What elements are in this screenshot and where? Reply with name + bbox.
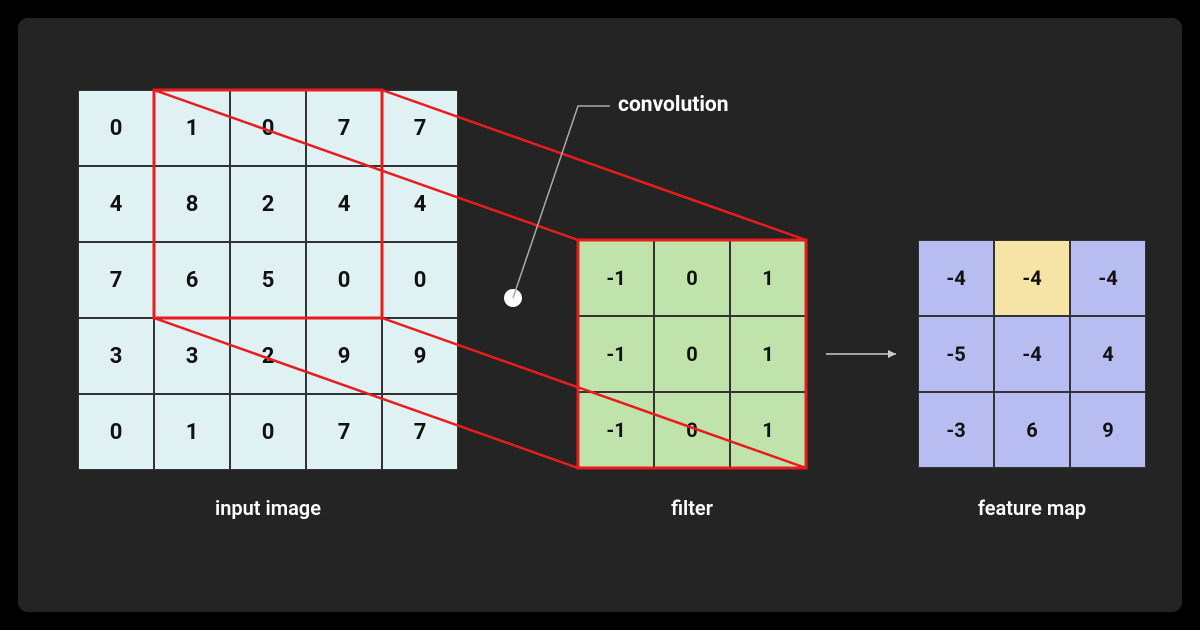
filter-cell: 1 [730,392,806,468]
input-image-cell: 1 [154,90,230,166]
diagram-frame: 0107748244765003329901077 -101-101-101 -… [18,18,1182,612]
input-image-cell: 7 [382,394,458,470]
feature-map-cell: 6 [994,392,1070,468]
filter-cell: 1 [730,240,806,316]
input-image-cell: 9 [382,318,458,394]
input-image-cell: 2 [230,166,306,242]
feature-map-cell: -3 [918,392,994,468]
feature-map-grid: -4-4-4-5-44-369 [918,240,1146,468]
input-image-cell: 3 [154,318,230,394]
input-image-cell: 7 [306,90,382,166]
input-image-cell: 0 [78,394,154,470]
input-image-cell: 0 [306,242,382,318]
filter-cell: 0 [654,392,730,468]
input-image-cell: 0 [78,90,154,166]
filter-cell: 0 [654,316,730,392]
input-image-cell: 9 [306,318,382,394]
input-image-cell: 8 [154,166,230,242]
filter-cell: 1 [730,316,806,392]
feature-map-cell: -4 [918,240,994,316]
feature-map-label: feature map [918,496,1146,520]
input-image-cell: 4 [78,166,154,242]
input-image-cell: 2 [230,318,306,394]
filter-cell: -1 [578,392,654,468]
input-image-cell: 3 [78,318,154,394]
filter-cell: -1 [578,316,654,392]
input-image-cell: 6 [154,242,230,318]
input-image-label: input image [78,496,458,520]
input-image-cell: 7 [78,242,154,318]
feature-map-cell: 9 [1070,392,1146,468]
input-image-cell: 5 [230,242,306,318]
input-image-cell: 4 [382,166,458,242]
input-image-cell: 1 [154,394,230,470]
input-image-cell: 0 [230,394,306,470]
filter-cell: -1 [578,240,654,316]
convolution-label: convolution [618,93,729,117]
feature-map-cell: -4 [994,316,1070,392]
input-image-cell: 7 [306,394,382,470]
feature-map-cell: -4 [1070,240,1146,316]
filter-cell: 0 [654,240,730,316]
feature-map-cell: -5 [918,316,994,392]
input-image-cell: 0 [230,90,306,166]
filter-grid: -101 -101 -101 [578,240,806,468]
filter-label: filter [578,496,806,520]
feature-map-cell: 4 [1070,316,1146,392]
input-image-cell: 0 [382,242,458,318]
input-image-grid: 0107748244765003329901077 [78,90,458,470]
input-image-cell: 4 [306,166,382,242]
feature-map-cell: -4 [994,240,1070,316]
input-image-cell: 7 [382,90,458,166]
